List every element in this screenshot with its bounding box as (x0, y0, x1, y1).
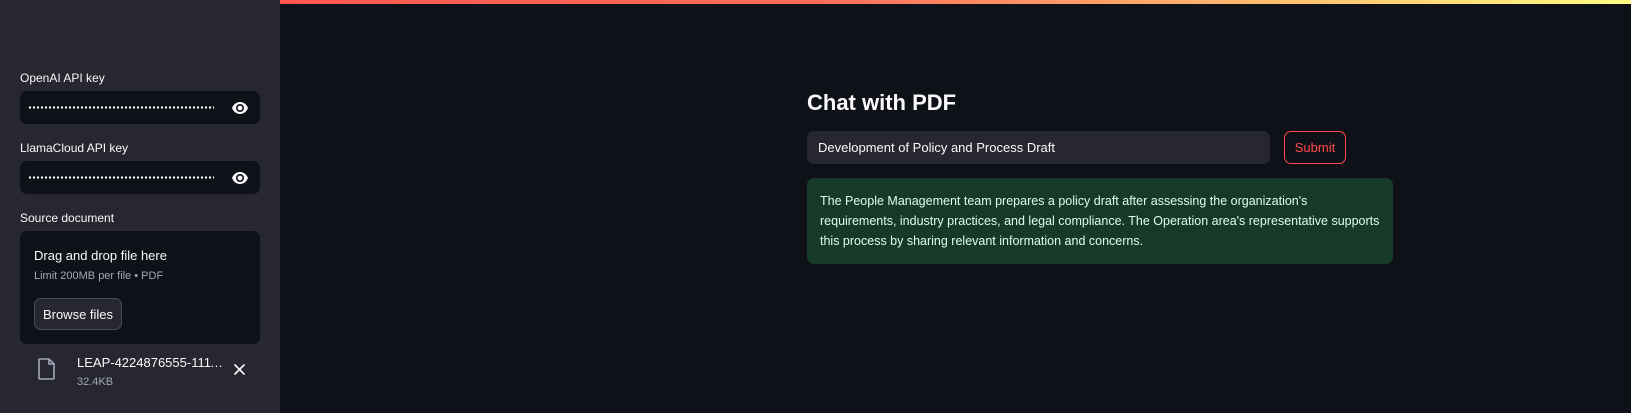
eye-icon (232, 101, 248, 114)
sidebar: OpenAI API key LlamaCloud API key Source… (0, 0, 280, 413)
eye-icon (232, 171, 248, 184)
llamacloud-key-label: LlamaCloud API key (20, 141, 129, 155)
file-icon (38, 358, 55, 380)
dropzone-title: Drag and drop file here (34, 248, 167, 263)
file-dropzone[interactable]: Drag and drop file here Limit 200MB per … (20, 231, 260, 344)
remove-file-button[interactable] (230, 360, 248, 378)
uploaded-file: LEAP-4224876555-11112... 32.4KB (38, 350, 260, 394)
answer-box: The People Management team prepares a po… (807, 178, 1393, 264)
masked-value (28, 176, 214, 179)
openai-key-label: OpenAI API key (20, 71, 105, 85)
question-input[interactable] (807, 131, 1270, 164)
llamacloud-key-input[interactable] (20, 161, 260, 194)
submit-button[interactable]: Submit (1284, 131, 1346, 164)
show-password-button[interactable] (220, 161, 260, 194)
source-document-label: Source document (20, 211, 115, 225)
masked-value (28, 106, 214, 109)
file-name: LEAP-4224876555-11112... (77, 355, 227, 370)
file-size: 32.4KB (77, 376, 114, 388)
browse-files-button[interactable]: Browse files (34, 298, 122, 330)
show-password-button[interactable] (220, 91, 260, 124)
dropzone-limit: Limit 200MB per file • PDF (34, 270, 164, 282)
openai-key-input[interactable] (20, 91, 260, 124)
page-title: Chat with PDF (807, 90, 957, 115)
close-icon (233, 363, 245, 375)
